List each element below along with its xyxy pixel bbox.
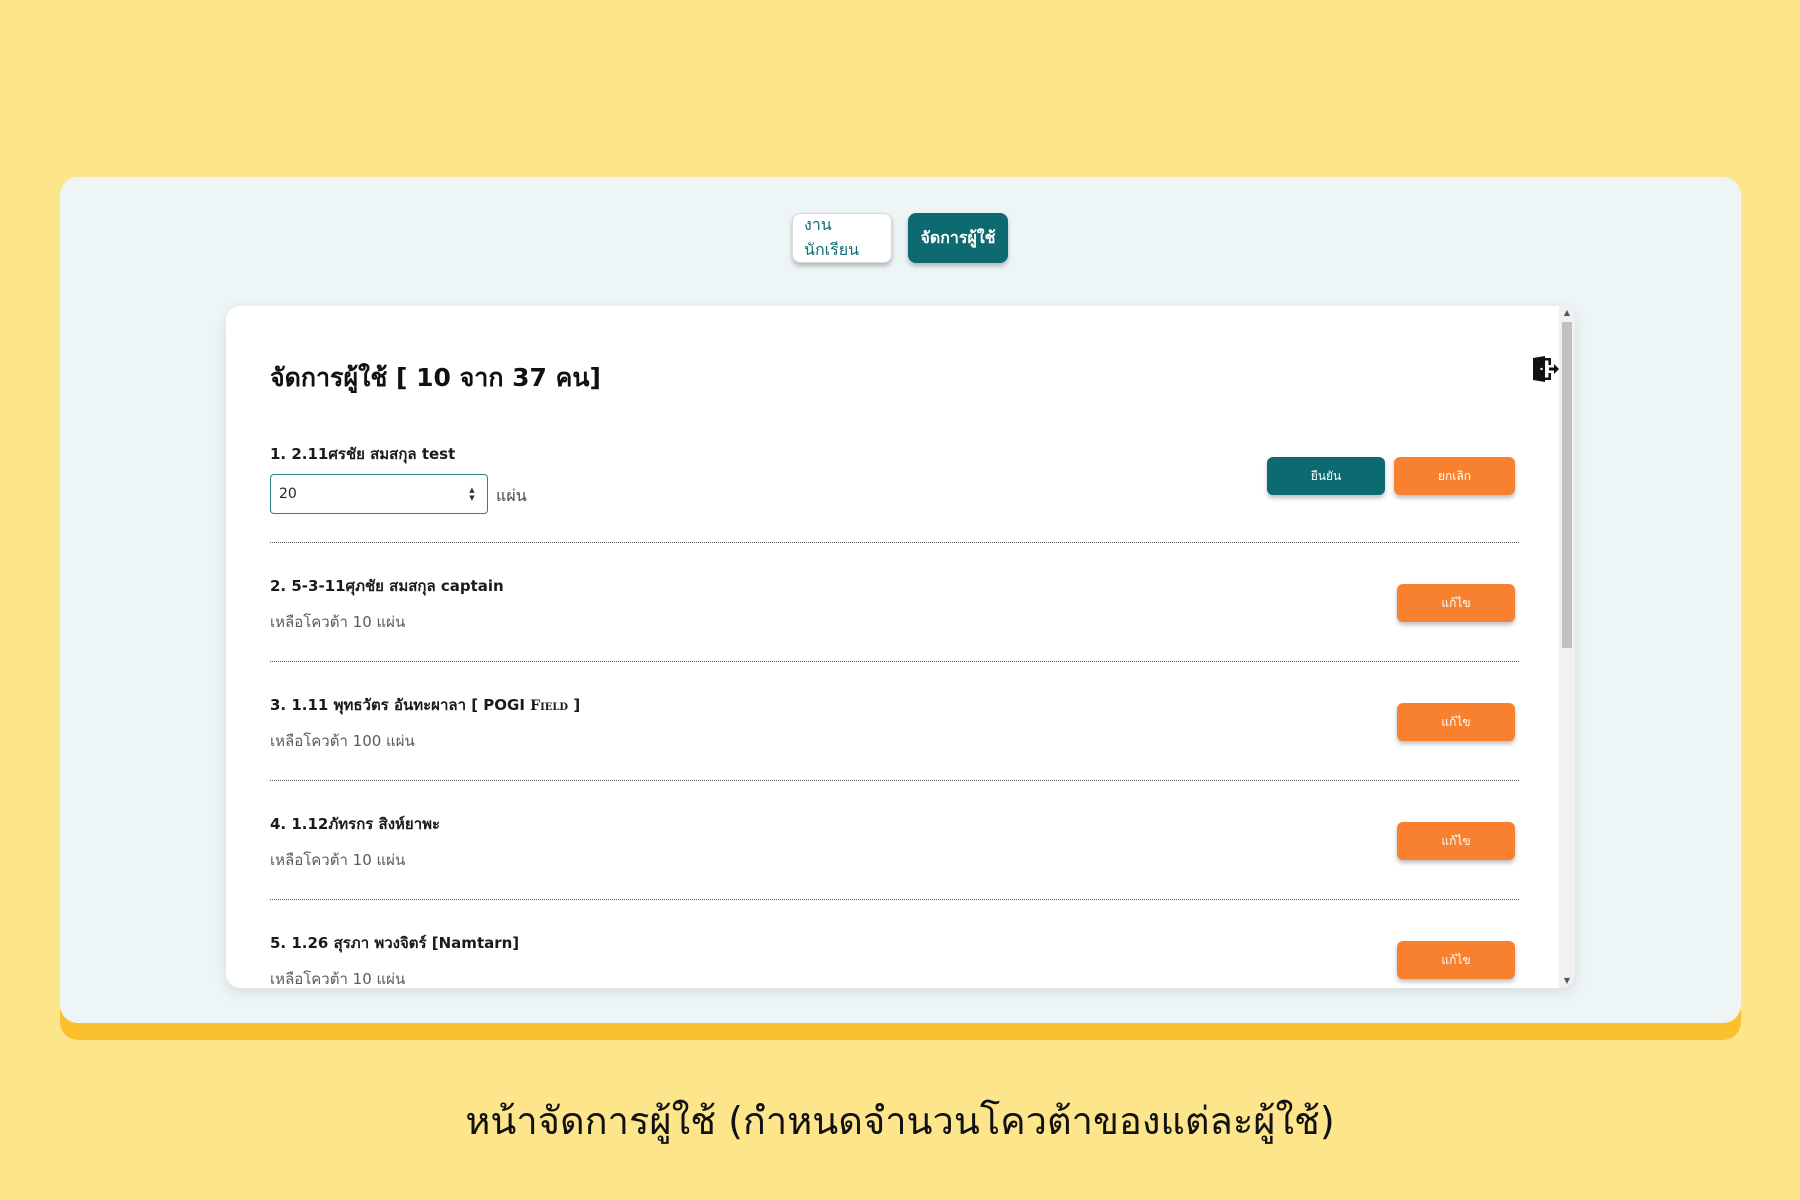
- panel-content: จัดการผู้ใช้ [ 10 จาก 37 คน] 1. 2.11ศรชั…: [270, 306, 1559, 988]
- edit-button[interactable]: แก้ไข: [1397, 584, 1515, 622]
- scrollbar[interactable]: ▲ ▼: [1559, 306, 1575, 988]
- user-name: 5. 1.26 สุรภา พวงจิตร์ [Namtarn]: [270, 934, 520, 952]
- row-divider: [270, 780, 1519, 781]
- user-name: 4. 1.12ภัทรกร สิงห์ยาพะ: [270, 815, 441, 833]
- quota-remaining: เหลือโควต้า 100 แผ่น: [270, 732, 415, 750]
- user-name-smallcaps: Field: [530, 698, 569, 714]
- tab-bar: งานนักเรียน จัดการผู้ใช้: [0, 213, 1800, 263]
- scroll-up-icon[interactable]: ▲: [1559, 306, 1575, 320]
- quota-remaining: เหลือโควต้า 10 แผ่น: [270, 970, 406, 988]
- tab-student-work[interactable]: งานนักเรียน: [792, 213, 892, 263]
- quota-input[interactable]: [270, 474, 488, 514]
- row-divider: [270, 899, 1519, 900]
- user-management-panel: จัดการผู้ใช้ [ 10 จาก 37 คน] 1. 2.11ศรชั…: [226, 306, 1575, 988]
- row-divider: [270, 542, 1519, 543]
- user-name: 1. 2.11ศรชัย สมสกุล test: [270, 445, 456, 463]
- page-title: จัดการผู้ใช้ [ 10 จาก 37 คน]: [270, 363, 601, 392]
- logout-icon[interactable]: [1530, 354, 1560, 384]
- unit-label: แผ่น: [496, 486, 527, 505]
- edit-button[interactable]: แก้ไข: [1397, 941, 1515, 979]
- confirm-button[interactable]: ยืนยัน: [1267, 457, 1385, 495]
- user-name-main: 3. 1.11 พุทธวัตร อันทะผาลา [ POGI: [270, 696, 531, 714]
- user-name: 2. 5-3-11ศุภชัย สมสกุล captain: [270, 577, 504, 595]
- chevron-down-icon[interactable]: ▼: [469, 494, 474, 502]
- quota-stepper[interactable]: ▲ ▼: [466, 484, 478, 504]
- row-divider: [270, 661, 1519, 662]
- user-name-suffix: ]: [568, 696, 581, 714]
- quota-remaining: เหลือโควต้า 10 แผ่น: [270, 851, 406, 869]
- user-name: 3. 1.11 พุทธวัตร อันทะผาลา [ POGI Field …: [270, 693, 580, 717]
- tab-manage-users[interactable]: จัดการผู้ใช้: [908, 213, 1008, 263]
- edit-button[interactable]: แก้ไข: [1397, 822, 1515, 860]
- edit-button[interactable]: แก้ไข: [1397, 703, 1515, 741]
- chevron-up-icon[interactable]: ▲: [469, 486, 474, 494]
- scroll-down-icon[interactable]: ▼: [1559, 974, 1575, 988]
- quota-remaining: เหลือโควต้า 10 แผ่น: [270, 613, 406, 631]
- cancel-button[interactable]: ยกเลิก: [1394, 457, 1515, 495]
- screenshot-caption: หน้าจัดการผู้ใช้ (กำหนดจำนวนโควต้าของแต่…: [465, 1099, 1335, 1143]
- scroll-thumb[interactable]: [1562, 322, 1572, 648]
